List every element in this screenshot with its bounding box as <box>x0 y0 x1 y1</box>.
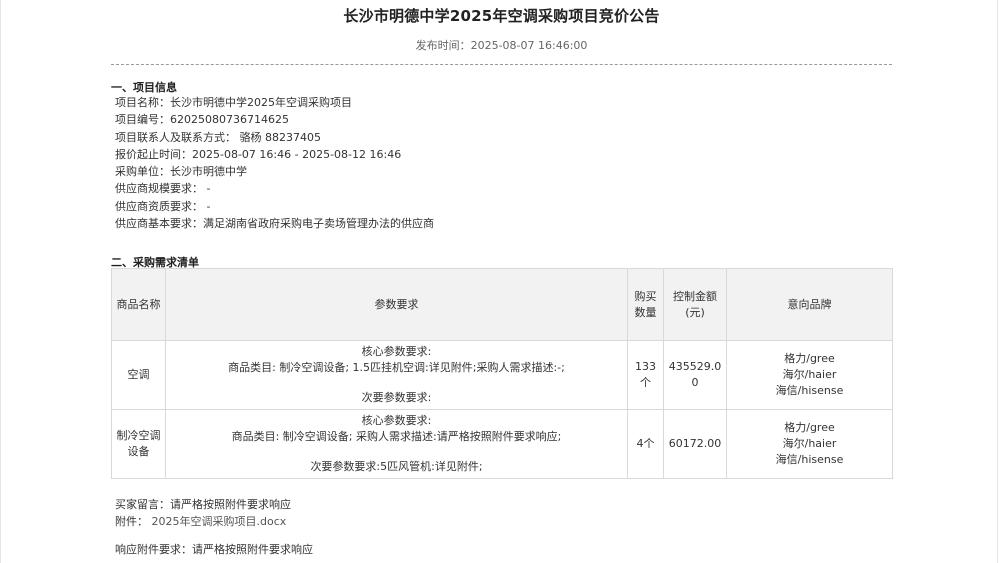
cell-brands: 格力/gree 海尔/haier 海信/hisense <box>726 340 893 410</box>
info-project-number: 项目编号：62025080736714625 <box>115 113 289 127</box>
cell-quantity: 4个 <box>627 409 664 479</box>
cell-quantity: 133个 <box>627 340 664 410</box>
attachment-file-link[interactable]: 2025年空调采购项目.docx <box>152 515 287 528</box>
cell-control-amount: 435529.00 <box>663 340 727 410</box>
attachment-line: 附件： 2025年空调采购项目.docx <box>115 513 291 530</box>
info-supplier-basic: 供应商基本要求：满足湖南省政府采购电子卖场管理办法的供应商 <box>115 217 434 231</box>
param-core-title: 核心参数要求: <box>361 345 432 358</box>
cell-params: 核心参数要求: 商品类目: 制冷空调设备; 采购人需求描述:请严格按照附件要求响… <box>165 409 628 479</box>
requirements-table: 商品名称 参数要求 购买数量 控制金额(元) 意向品牌 空调 核心参数要求: 商… <box>111 268 893 479</box>
info-supplier-qualification: 供应商资质要求： - <box>115 199 211 213</box>
dashed-divider <box>111 64 892 65</box>
brand-item: 海尔/haier <box>782 437 837 450</box>
attachment-label: 附件： <box>115 515 148 528</box>
section-project-info-heading: 一、项目信息 <box>111 81 177 94</box>
info-purchaser: 采购单位：长沙市明德中学 <box>115 165 247 179</box>
param-core: 商品类目: 制冷空调设备; 采购人需求描述:请严格按照附件要求响应; <box>231 430 562 443</box>
header-params: 参数要求 <box>165 268 628 341</box>
brand-item: 海信/hisense <box>775 453 844 466</box>
cell-product-name: 制冷空调设备 <box>111 409 166 479</box>
cell-product-name: 空调 <box>111 340 166 410</box>
header-product-name: 商品名称 <box>111 268 166 341</box>
brand-item: 海信/hisense <box>775 384 844 397</box>
footer-notes: 买家留言：请严格按照附件要求响应 附件： 2025年空调采购项目.docx <box>115 496 291 530</box>
project-info-list: 项目名称：长沙市明德中学2025年空调采购项目 项目编号：62025080736… <box>115 94 434 232</box>
cell-brands: 格力/gree 海尔/haier 海信/hisense <box>726 409 893 479</box>
header-quantity: 购买数量 <box>627 268 664 341</box>
page-title: 长沙市明德中学2025年空调采购项目竞价公告 <box>343 7 660 25</box>
header-brand: 意向品牌 <box>726 268 893 341</box>
info-contact: 项目联系人及联系方式： 骆杨 88237405 <box>115 130 321 144</box>
brand-item: 格力/gree <box>784 352 835 365</box>
announcement-page: 长沙市明德中学2025年空调采购项目竞价公告 发布时间：2025-08-07 1… <box>0 0 998 563</box>
header-control-amount: 控制金额(元) <box>663 268 727 341</box>
param-secondary: 次要参数要求:5匹风管机:详见附件; <box>310 460 483 473</box>
table-row: 空调 核心参数要求: 商品类目: 制冷空调设备; 1.5匹挂机空调:详见附件;采… <box>111 340 893 410</box>
table-row: 制冷空调设备 核心参数要求: 商品类目: 制冷空调设备; 采购人需求描述:请严格… <box>111 409 893 479</box>
brand-item: 海尔/haier <box>782 368 837 381</box>
param-core: 商品类目: 制冷空调设备; 1.5匹挂机空调:详见附件;采购人需求描述:-; <box>228 361 565 374</box>
publish-time: 发布时间：2025-08-07 16:46:00 <box>415 39 588 52</box>
cell-control-amount: 60172.00 <box>663 409 727 479</box>
info-supplier-scale: 供应商规模要求： - <box>115 182 211 196</box>
cell-params: 核心参数要求: 商品类目: 制冷空调设备; 1.5匹挂机空调:详见附件;采购人需… <box>165 340 628 410</box>
info-project-name: 项目名称：长沙市明德中学2025年空调采购项目 <box>115 96 352 109</box>
table-header-row: 商品名称 参数要求 购买数量 控制金额(元) 意向品牌 <box>111 268 893 341</box>
param-core-title: 核心参数要求: <box>361 414 432 427</box>
response-attachment-requirement: 响应附件要求：请严格按照附件要求响应 <box>115 543 313 556</box>
info-quote-period: 报价起止时间：2025-08-07 16:46 - 2025-08-12 16:… <box>115 147 402 161</box>
buyer-note: 买家留言：请严格按照附件要求响应 <box>115 498 291 511</box>
brand-item: 格力/gree <box>784 421 835 434</box>
param-secondary: 次要参数要求: <box>361 391 432 404</box>
